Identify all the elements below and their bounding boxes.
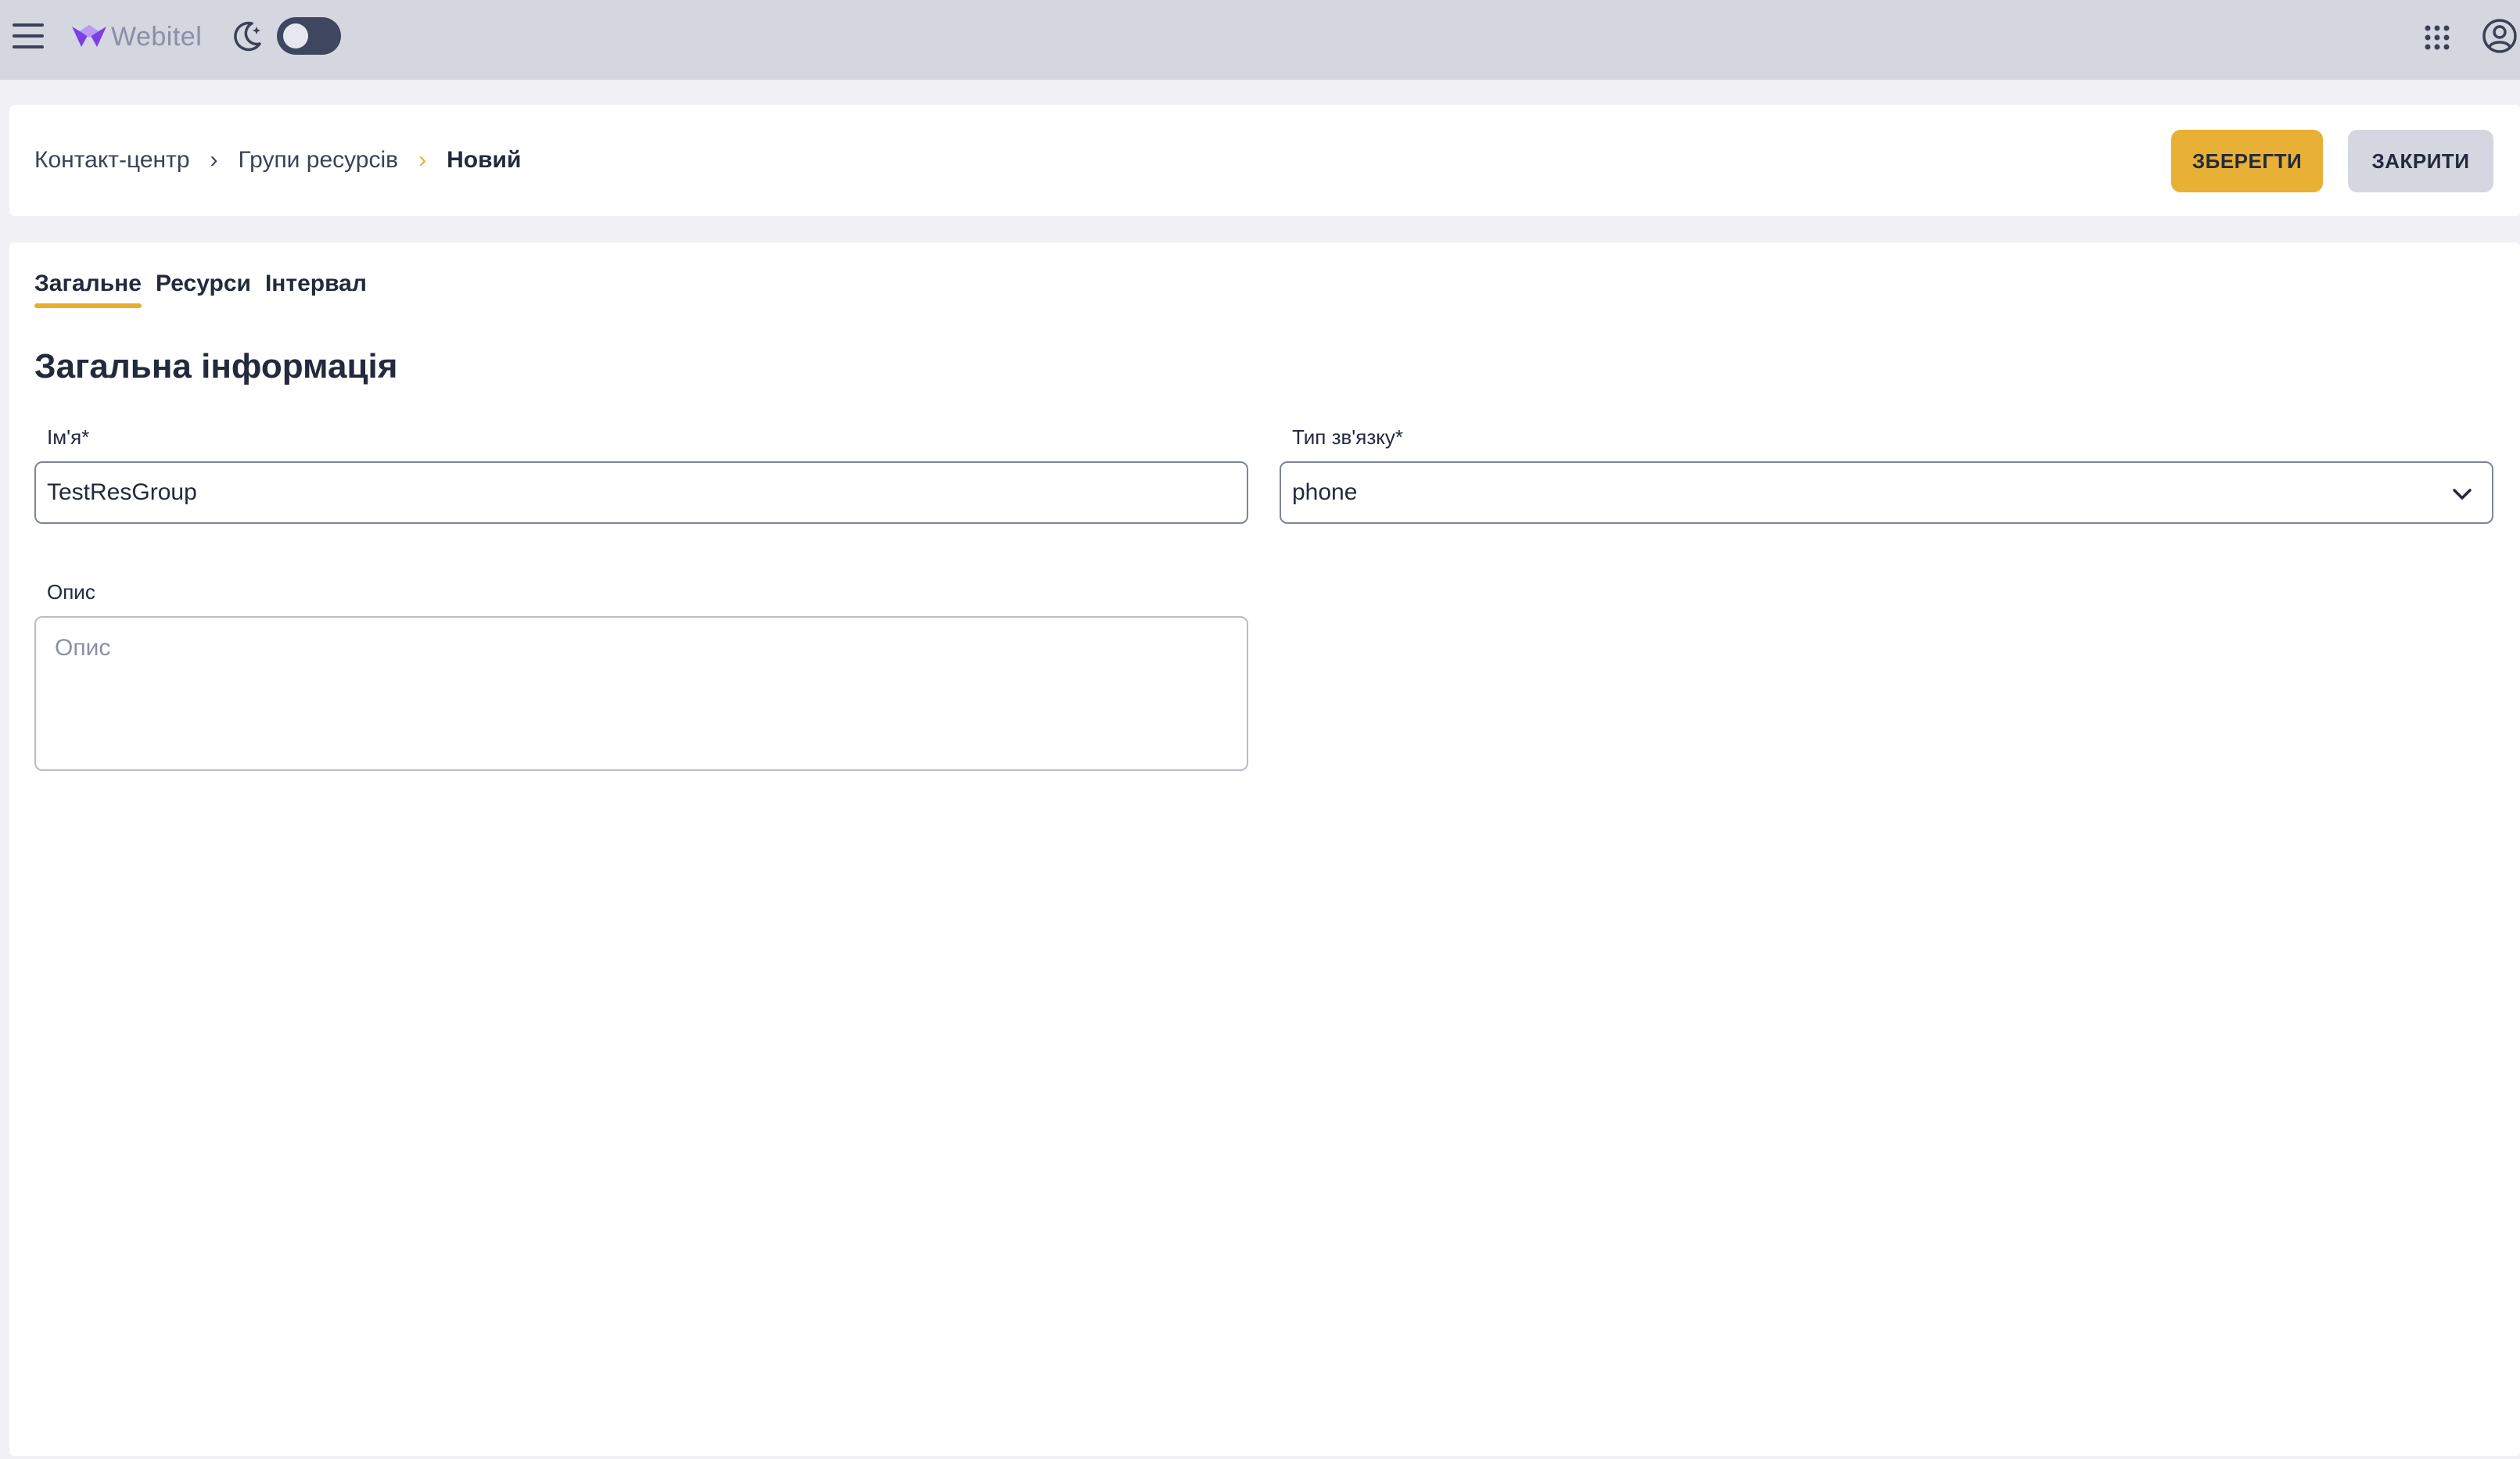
close-button[interactable]: ЗАКРИТИ (2348, 130, 2493, 192)
app-bar: Webitel (0, 0, 2520, 80)
name-field[interactable] (34, 461, 1248, 524)
comm-type-select[interactable]: phone (1280, 461, 2493, 524)
description-field[interactable] (34, 616, 1248, 771)
webitel-logo-icon (72, 25, 106, 47)
comm-type-value: phone (1292, 479, 1358, 505)
breadcrumb-separator-icon: › (418, 147, 427, 173)
tab-resources[interactable]: Ресурси (156, 271, 251, 308)
apps-grid-icon[interactable] (2421, 22, 2453, 53)
breadcrumb-item-contact-center[interactable]: Контакт-центр (34, 147, 190, 174)
breadcrumb-item-current: Новий (447, 147, 522, 173)
section-title: Загальна інформація (34, 347, 398, 385)
breadcrumb-separator-icon: › (210, 147, 218, 173)
breadcrumb-item-resource-groups[interactable]: Групи ресурсів (239, 147, 399, 174)
theme-toggle[interactable] (277, 17, 341, 55)
toggle-knob (283, 23, 308, 48)
page-header: Контакт-центр › Групи ресурсів › Новий З… (9, 105, 2520, 216)
moon-icon (234, 21, 261, 52)
save-button[interactable]: ЗБЕРЕГТИ (2171, 130, 2323, 192)
tab-general[interactable]: Загальне (34, 271, 142, 308)
user-account-icon[interactable] (2481, 17, 2518, 55)
logo-text: Webitel (111, 21, 203, 52)
name-label: Ім'я* (47, 425, 90, 449)
main-content: Загальне Ресурси Інтервал Загальна інфор… (9, 242, 2520, 1456)
tab-interval[interactable]: Інтервал (265, 271, 367, 308)
chevron-down-icon[interactable] (2450, 482, 2475, 507)
comm-type-label: Тип зв'язку* (1292, 425, 1404, 449)
breadcrumb: Контакт-центр › Групи ресурсів › Новий (34, 105, 521, 216)
menu-icon[interactable] (11, 20, 47, 52)
app-logo[interactable]: Webitel (70, 17, 202, 56)
description-label: Опис (47, 580, 95, 604)
tab-bar: Загальне Ресурси Інтервал (34, 271, 367, 308)
